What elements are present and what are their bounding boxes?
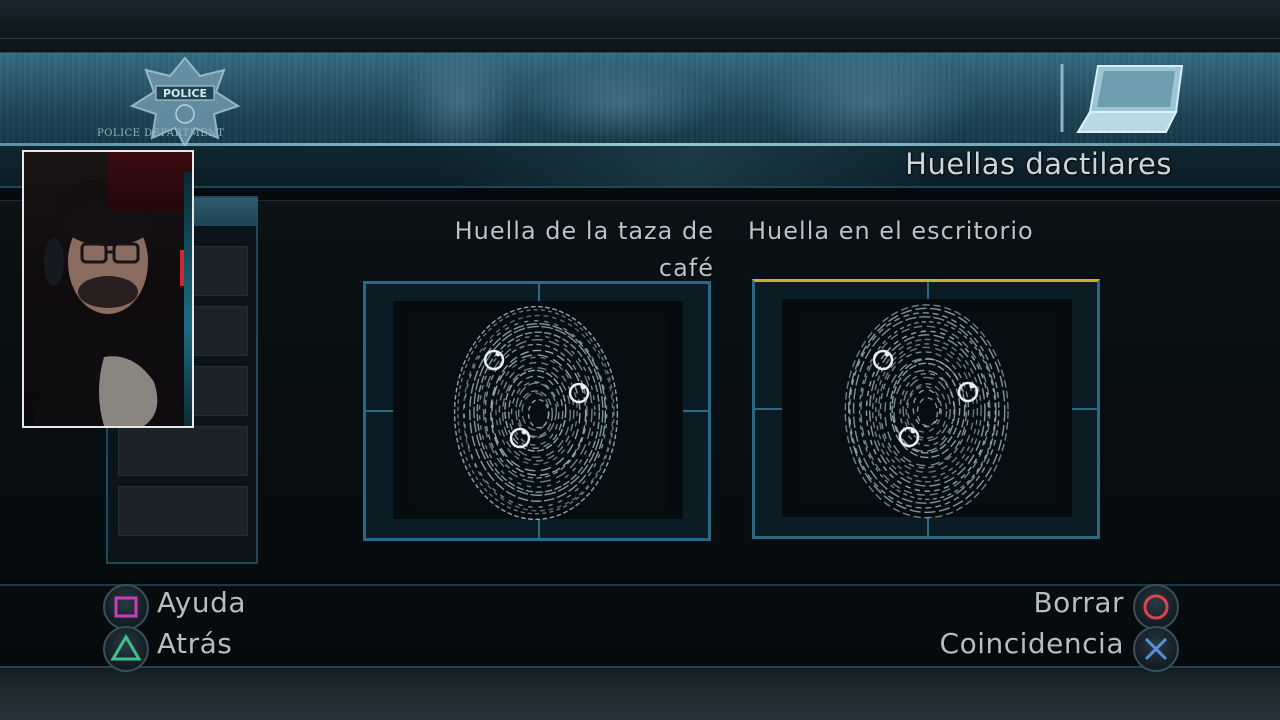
list-item[interactable] [118, 486, 248, 536]
help-label: Ayuda [157, 586, 247, 619]
print-2-caption: Huella en el escritorio [748, 213, 1128, 250]
square-icon [114, 596, 138, 618]
back-button[interactable] [103, 626, 149, 672]
list-item[interactable] [118, 426, 248, 476]
fingerprint-icon [453, 305, 619, 521]
screen-title: Huellas dactilares [905, 147, 1172, 181]
top-strip [0, 0, 1280, 54]
print-2-caption-line1: Huella en el escritorio [748, 217, 1034, 245]
badge-text: POLICE [163, 87, 207, 100]
match-label: Coincidencia [939, 627, 1124, 660]
fingerprint-card-coffee-cup[interactable] [363, 281, 711, 541]
department-label: POLICE DEPARTMENT [97, 128, 225, 139]
erase-button[interactable] [1133, 584, 1179, 630]
fingerprint-icon [844, 304, 1009, 519]
match-button[interactable] [1133, 626, 1179, 672]
erase-label: Borrar [1033, 586, 1124, 619]
game-screen: POLICE POLICE DEPARTMENT Huellas dactila… [0, 0, 1280, 720]
help-button[interactable] [103, 584, 149, 630]
laptop-icon[interactable] [1060, 60, 1190, 138]
print-1-caption-line2: café [658, 254, 714, 282]
back-label: Atrás [157, 627, 233, 660]
fingerprint-card-desk[interactable] [752, 279, 1100, 539]
print-1-caption-line1: Huella de la taza de [454, 217, 714, 245]
print-1-caption: Huella de la taza de café [392, 213, 714, 287]
footer-strip [0, 666, 1280, 720]
list-header [194, 198, 258, 226]
cross-icon [1144, 637, 1168, 661]
triangle-icon [110, 634, 142, 661]
webcam-overlay [22, 150, 194, 428]
circle-icon [1143, 594, 1169, 620]
